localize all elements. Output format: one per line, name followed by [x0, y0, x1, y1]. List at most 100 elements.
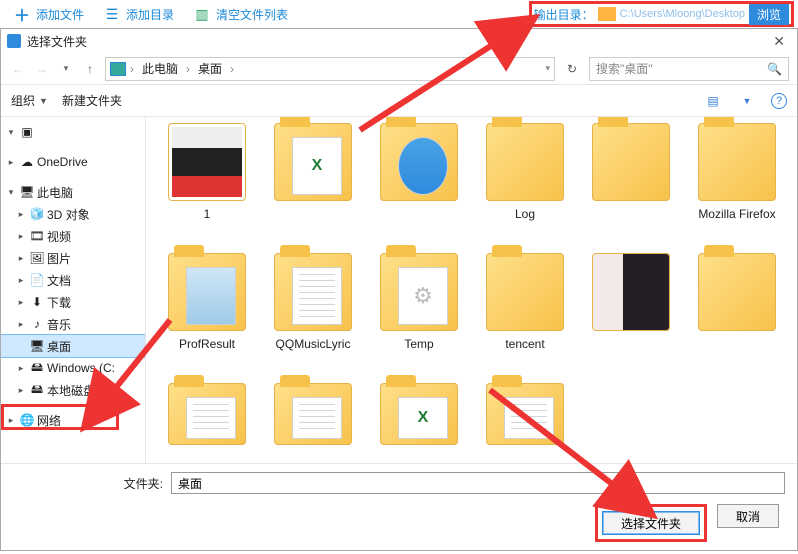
item-label: Mozilla Firefox [698, 207, 775, 221]
tree-selection-highlight [1, 404, 119, 430]
plus-icon: ＋ [14, 6, 30, 22]
new-folder-button[interactable]: 新建文件夹 [62, 92, 122, 109]
tree-node-视频[interactable]: ▸🎞视频 [1, 225, 145, 247]
output-path: C:\Users\Mloong\Desktop [620, 8, 745, 20]
view-options-button[interactable]: ▤ [703, 91, 723, 111]
expand-icon[interactable]: ▸ [15, 253, 27, 264]
list-icon: ☰ [104, 6, 120, 22]
expand-icon[interactable]: ▸ [15, 385, 27, 396]
cloud-icon: ☁ [19, 154, 35, 170]
add-file-button[interactable]: ＋ 添加文件 [4, 0, 94, 28]
folder-item[interactable]: Mozilla Firefox [686, 123, 788, 245]
item-label: ProfResult [179, 337, 235, 351]
folder-item[interactable]: ProfResult [156, 253, 258, 375]
output-section: 输出目录： C:\Users\Mloong\Desktop 浏览 [529, 0, 794, 28]
clear-list-button[interactable]: ▥ 清空文件列表 [184, 0, 298, 28]
command-row: 组织 ▼ 新建文件夹 ▤ ▼ ? [1, 85, 797, 117]
folder-item[interactable]: X [262, 123, 364, 245]
expand-icon[interactable]: ▾ [5, 127, 17, 138]
add-file-label: 添加文件 [36, 6, 84, 23]
folder-item[interactable]: Log [474, 123, 576, 245]
tree-node-本地磁盘 (D:[interactable]: ▸🖴本地磁盘 (D: [1, 379, 145, 401]
search-input[interactable]: 搜索"桌面" 🔍 [589, 57, 789, 81]
tree-node-音乐[interactable]: ▸♪音乐 [1, 313, 145, 335]
expand-icon[interactable]: ▸ [15, 275, 27, 286]
organize-menu[interactable]: 组织 ▼ [11, 92, 48, 109]
folder-item[interactable]: ⚙Temp [368, 253, 470, 375]
folder-item[interactable] [686, 253, 788, 375]
tree-label: 文档 [47, 272, 71, 289]
folder-item[interactable]: tencent [474, 253, 576, 375]
window-icon [7, 34, 21, 48]
tree-label: 视频 [47, 228, 71, 245]
tree-label: 桌面 [47, 338, 71, 355]
up-button[interactable]: ↑ [81, 60, 99, 78]
folder-item[interactable] [580, 123, 682, 245]
clear-icon: ▥ [194, 6, 210, 22]
item-label: tencent [505, 337, 544, 351]
view-dropdown-icon[interactable]: ▼ [737, 91, 757, 111]
address-bar[interactable]: › 此电脑 › 桌面 › ▾ [105, 57, 555, 81]
tree-node-item[interactable]: ▾▣ [1, 121, 145, 143]
tree-node-桌面[interactable]: 🖥桌面 [1, 335, 145, 357]
chevron-down-icon: ▼ [39, 96, 48, 106]
tree-node-下载[interactable]: ▸⬇下载 [1, 291, 145, 313]
history-dropdown[interactable]: ▾ [57, 60, 75, 78]
folder-content: 1 X Log Mozilla Firefox ProfResult QQMusicLyr… [146, 117, 797, 463]
item-label: 1 [204, 207, 211, 221]
tree-node-OneDrive[interactable]: ▸☁OneDrive [1, 151, 145, 173]
crumb-pc[interactable]: 此电脑 [138, 60, 182, 77]
search-icon: 🔍 [767, 62, 782, 76]
crumb-sep: › [186, 62, 190, 76]
folder-item[interactable]: QQMusicLyric [262, 253, 364, 375]
cancel-button[interactable]: 取消 [717, 504, 779, 528]
add-dir-button[interactable]: ☰ 添加目录 [94, 0, 184, 28]
add-dir-label: 添加目录 [126, 6, 174, 23]
quick-icon: ▣ [19, 124, 35, 140]
tree-node-Windows (C:[interactable]: ▸🖴Windows (C: [1, 357, 145, 379]
output-highlight: 输出目录： C:\Users\Mloong\Desktop 浏览 [529, 1, 794, 27]
drive-icon: 🖴 [29, 360, 45, 376]
folder-picker-dialog: 选择文件夹 ✕ ← → ▾ ↑ › 此电脑 › 桌面 › ▾ ↻ 搜索"桌面" … [0, 28, 798, 551]
expand-icon[interactable]: ▸ [5, 157, 17, 168]
expand-icon[interactable]: ▸ [15, 231, 27, 242]
folder-item[interactable] [262, 383, 364, 463]
folder-input[interactable] [171, 472, 785, 494]
address-dropdown-icon[interactable]: ▾ [545, 63, 550, 74]
crumb-desktop[interactable]: 桌面 [194, 60, 226, 77]
drive-icon: 🖴 [29, 382, 45, 398]
folder-item[interactable] [474, 383, 576, 463]
pic-icon: 🖼 [29, 250, 45, 266]
expand-icon[interactable]: ▸ [15, 209, 27, 220]
tree-node-文档[interactable]: ▸📄文档 [1, 269, 145, 291]
expand-icon[interactable]: ▾ [5, 187, 17, 198]
folder-label: 文件夹: [13, 475, 163, 492]
folder-item[interactable]: X [368, 383, 470, 463]
forward-button[interactable]: → [33, 60, 51, 78]
app-toolbar: ＋ 添加文件 ☰ 添加目录 ▥ 清空文件列表 输出目录： C:\Users\Ml… [0, 0, 798, 28]
help-button[interactable]: ? [771, 93, 787, 109]
expand-icon[interactable]: ▸ [15, 319, 27, 330]
back-button[interactable]: ← [9, 60, 27, 78]
expand-icon[interactable]: ▸ [15, 363, 27, 374]
refresh-button[interactable]: ↻ [561, 62, 583, 76]
doc-icon: 📄 [29, 272, 45, 288]
select-folder-button[interactable]: 选择文件夹 [602, 511, 700, 535]
output-label: 输出目录： [534, 6, 594, 23]
folder-item[interactable] [156, 383, 258, 463]
crumb-sep: › [130, 62, 134, 76]
tree-node-图片[interactable]: ▸🖼图片 [1, 247, 145, 269]
tree-node-此电脑[interactable]: ▾🖥此电脑 [1, 181, 145, 203]
browse-button[interactable]: 浏览 [749, 4, 789, 25]
folder-item[interactable] [580, 253, 682, 375]
close-button[interactable]: ✕ [767, 33, 791, 50]
tree-node-3D 对象[interactable]: ▸🧊3D 对象 [1, 203, 145, 225]
dl-icon: ⬇ [29, 294, 45, 310]
desk-icon: 🖥 [29, 338, 45, 354]
folder-item[interactable]: 1 [156, 123, 258, 245]
expand-icon[interactable]: ▸ [15, 297, 27, 308]
new-folder-label: 新建文件夹 [62, 92, 122, 109]
dialog-title: 选择文件夹 [27, 33, 87, 50]
tree-label: Windows (C: [47, 361, 115, 375]
folder-item[interactable] [368, 123, 470, 245]
